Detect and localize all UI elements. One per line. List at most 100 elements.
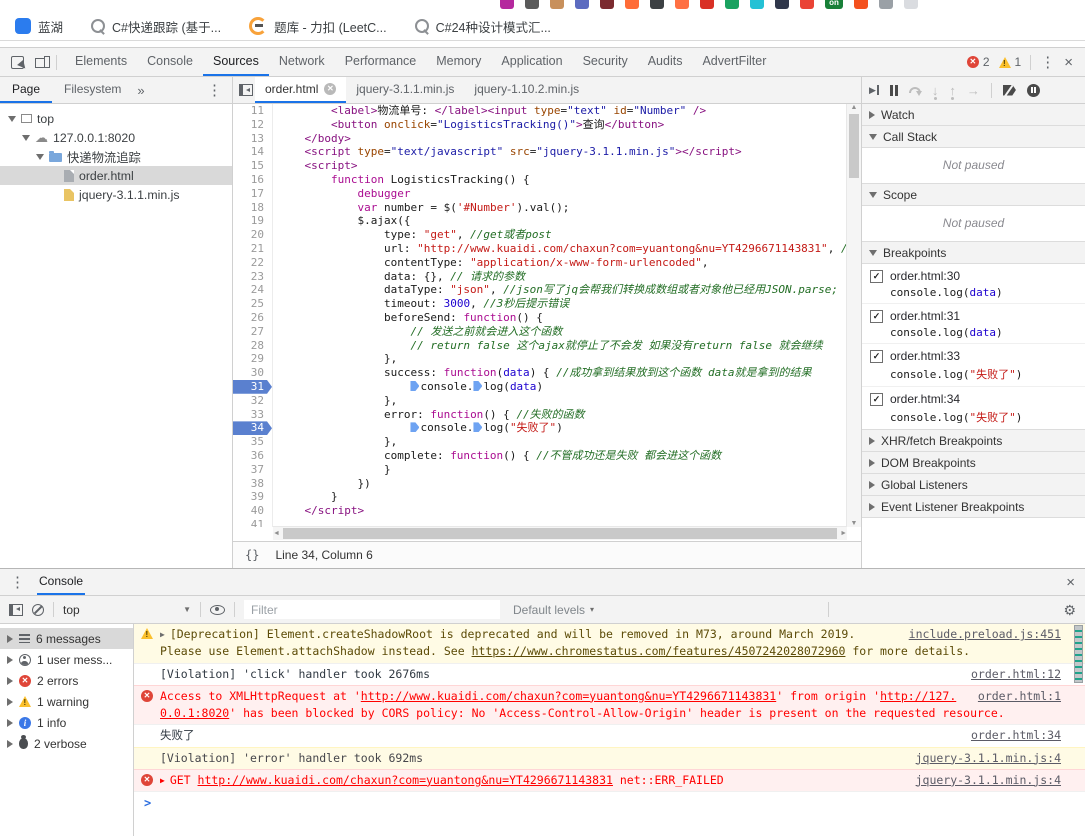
line-number[interactable]: 24 (233, 283, 272, 297)
section-header-call-stack[interactable]: Call Stack (862, 126, 1085, 148)
section-header-xhr-fetch-breakpoints[interactable]: XHR/fetch Breakpoints (862, 430, 1085, 452)
section-header-scope[interactable]: Scope (862, 184, 1085, 206)
more-tabs-icon[interactable]: » (133, 83, 148, 98)
code-editor[interactable]: 11 <label>物流单号: </label><input type="tex… (233, 104, 847, 527)
tree-arrow-icon[interactable] (8, 116, 16, 122)
section-header-event-listener-breakpoints[interactable]: Event Listener Breakpoints (862, 496, 1085, 518)
scroll-up-arrow[interactable]: ▲ (851, 104, 858, 111)
console-filter-input[interactable] (244, 600, 500, 619)
line-number[interactable]: 16 (233, 173, 272, 187)
line-number[interactable]: 23 (233, 270, 272, 284)
inline-breakpoint-icon[interactable] (410, 381, 419, 391)
tab-console[interactable]: Console (37, 569, 85, 595)
code-text[interactable]: <button onclick="LogisticsTracking()">查询… (272, 118, 664, 132)
scrollbar-thumb[interactable] (283, 528, 837, 539)
scrollbar-thumb[interactable] (1074, 625, 1083, 683)
code-text[interactable]: $.ajax({ (272, 214, 410, 228)
extension-icon[interactable] (879, 0, 893, 9)
tab-performance[interactable]: Performance (335, 48, 427, 76)
breakpoint-marker[interactable]: 31 (233, 380, 272, 394)
overflow-menu-icon[interactable]: ⋮ (1040, 55, 1055, 70)
extension-icon[interactable] (775, 0, 789, 9)
code-text[interactable]: beforeSend: function() { (272, 311, 543, 325)
line-number[interactable]: 33 (233, 408, 272, 422)
expand-arrow-icon[interactable] (7, 740, 13, 748)
source-link[interactable]: order.html:12 (971, 666, 1061, 683)
line-number[interactable]: 29 (233, 352, 272, 366)
line-number[interactable]: 38 (233, 477, 272, 491)
log-levels-dropdown[interactable]: Default levels ▾ (513, 603, 594, 617)
context-selector[interactable]: top ▼ (63, 603, 191, 617)
inspect-element-icon[interactable] (11, 56, 24, 69)
file-tab-order-html[interactable]: order.html✕ (255, 77, 346, 103)
tree-item-快递物流追踪[interactable]: 快递物流追踪 (0, 147, 232, 166)
code-text[interactable]: debugger (272, 187, 410, 201)
extension-icon[interactable]: on (825, 0, 843, 9)
code-text[interactable]: function LogisticsTracking() { (272, 173, 530, 187)
file-tab-jquery-1-10-2-min-js[interactable]: jquery-1.10.2.min.js (464, 77, 589, 103)
close-tab-icon[interactable]: ✕ (324, 83, 336, 95)
code-text[interactable]: success: function(data) { //成功拿到结果放到这个函数… (272, 366, 812, 380)
navigator-tab-filesystem[interactable]: Filesystem (52, 77, 133, 103)
expand-message-icon[interactable]: ▶ (160, 629, 165, 641)
step-out-icon[interactable]: ↑ (949, 85, 956, 96)
bookmark-item[interactable]: 题库 - 力扣 (LeetC... (249, 17, 387, 36)
tree-arrow-icon[interactable] (22, 135, 30, 141)
line-number[interactable]: 15 (233, 159, 272, 173)
inline-breakpoint-icon[interactable] (473, 381, 482, 391)
tree-item-jquery-3-1-1-min-js[interactable]: jquery-3.1.1.min.js (0, 185, 232, 204)
code-text[interactable]: type: "get", //get或者post (272, 228, 552, 242)
console-filter-2-verbose[interactable]: 2 verbose (0, 733, 133, 754)
line-number[interactable]: 13 (233, 132, 272, 146)
extension-icon[interactable] (800, 0, 814, 9)
code-text[interactable]: } (272, 490, 338, 504)
console-filter-1-warning[interactable]: 1 warning (0, 691, 133, 712)
breakpoint-entry[interactable]: ✓order.html:30console.log(data) (862, 264, 1085, 304)
device-toolbar-icon[interactable] (35, 56, 50, 68)
live-expression-icon[interactable] (210, 605, 225, 615)
pretty-print-icon[interactable]: {} (245, 548, 259, 562)
line-number[interactable]: 12 (233, 118, 272, 132)
expand-arrow-icon[interactable] (7, 635, 13, 643)
line-number[interactable]: 35 (233, 435, 272, 449)
expand-arrow-icon[interactable] (7, 719, 13, 727)
code-text[interactable]: error: function() { //失败的函数 (272, 408, 585, 422)
code-text[interactable]: </body> (272, 132, 351, 146)
source-link[interactable]: jquery-3.1.1.min.js:4 (916, 750, 1061, 767)
clear-console-icon[interactable] (32, 604, 44, 616)
pause-on-exceptions-icon[interactable] (1027, 84, 1040, 97)
extension-icon[interactable] (700, 0, 714, 9)
navigator-tab-page[interactable]: Page (0, 77, 52, 103)
tree-item-top[interactable]: top (0, 109, 232, 128)
line-number[interactable]: 27 (233, 325, 272, 339)
line-number[interactable]: 18 (233, 201, 272, 215)
code-text[interactable]: <label>物流单号: </label><input type="text" … (272, 104, 706, 118)
navigator-overflow-icon[interactable]: ⋮ (207, 83, 232, 98)
code-text[interactable]: <script> (272, 159, 357, 173)
breakpoint-checkbox[interactable]: ✓ (870, 393, 883, 406)
line-number[interactable]: 17 (233, 187, 272, 201)
tab-security[interactable]: Security (573, 48, 638, 76)
line-number[interactable]: 28 (233, 339, 272, 353)
extension-icon[interactable] (854, 0, 868, 9)
file-tab-jquery-3-1-1-min-js[interactable]: jquery-3.1.1.min.js (346, 77, 464, 103)
expand-arrow-icon[interactable] (7, 698, 13, 706)
source-link[interactable]: order.html:1 (978, 688, 1061, 705)
source-link[interactable]: include.preload.js:451 (909, 626, 1061, 643)
code-text[interactable]: </script> (272, 504, 364, 518)
bookmark-item[interactable]: 蓝湖 (15, 17, 63, 36)
expand-arrow-icon[interactable] (7, 656, 13, 664)
toggle-navigator-icon[interactable] (239, 84, 253, 96)
tab-console[interactable]: Console (137, 48, 203, 76)
extension-icon[interactable] (625, 0, 639, 9)
line-number[interactable]: 22 (233, 256, 272, 270)
code-text[interactable]: console.log("失败了") (272, 421, 563, 435)
vertical-scrollbar[interactable]: ▲ ▼ (846, 104, 861, 527)
tab-audits[interactable]: Audits (638, 48, 693, 76)
error-badge[interactable]: 2 (967, 55, 990, 69)
scroll-left-arrow[interactable]: ◄ (273, 530, 280, 537)
console-prompt[interactable]: > (134, 791, 1085, 814)
tab-sources[interactable]: Sources (203, 48, 269, 76)
section-header-watch[interactable]: Watch (862, 104, 1085, 126)
expand-message-icon[interactable]: ▶ (160, 775, 165, 787)
